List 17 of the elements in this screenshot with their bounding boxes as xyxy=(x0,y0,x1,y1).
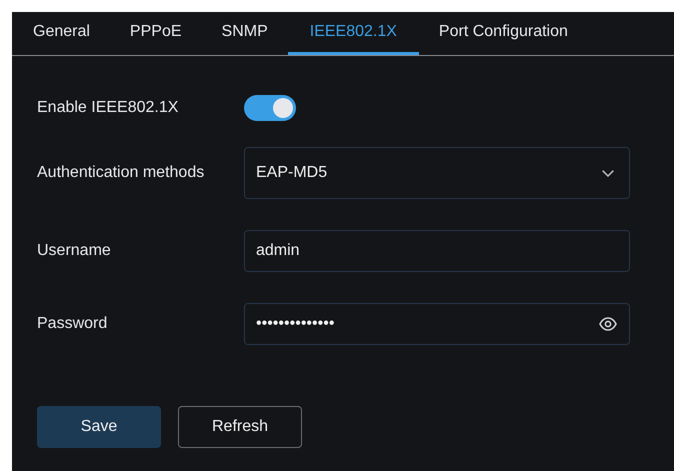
field-label: Enable IEEE802.1X xyxy=(37,99,180,117)
tab[interactable]: IEEE802.1X xyxy=(288,12,419,55)
field-label: Authentication methods xyxy=(37,164,206,182)
save-button[interactable]: Save xyxy=(37,406,161,448)
tab[interactable]: PPPoE xyxy=(110,12,202,55)
tab[interactable]: General xyxy=(12,12,110,55)
username-field[interactable]: admin xyxy=(244,230,630,272)
toggle-switch[interactable] xyxy=(244,95,296,121)
method-select[interactable]: EAP-MD5 xyxy=(244,147,630,199)
refresh-button[interactable]: Refresh xyxy=(178,406,302,448)
field-label: Username xyxy=(37,242,112,260)
password-field[interactable]: •••••••••••••• xyxy=(244,303,630,345)
eye-icon[interactable] xyxy=(599,315,617,333)
field-label: Password xyxy=(37,315,108,333)
tab[interactable]: Port Configuration xyxy=(418,12,588,55)
tab[interactable]: SNMP xyxy=(202,12,288,55)
chevron-down-icon xyxy=(602,170,614,176)
